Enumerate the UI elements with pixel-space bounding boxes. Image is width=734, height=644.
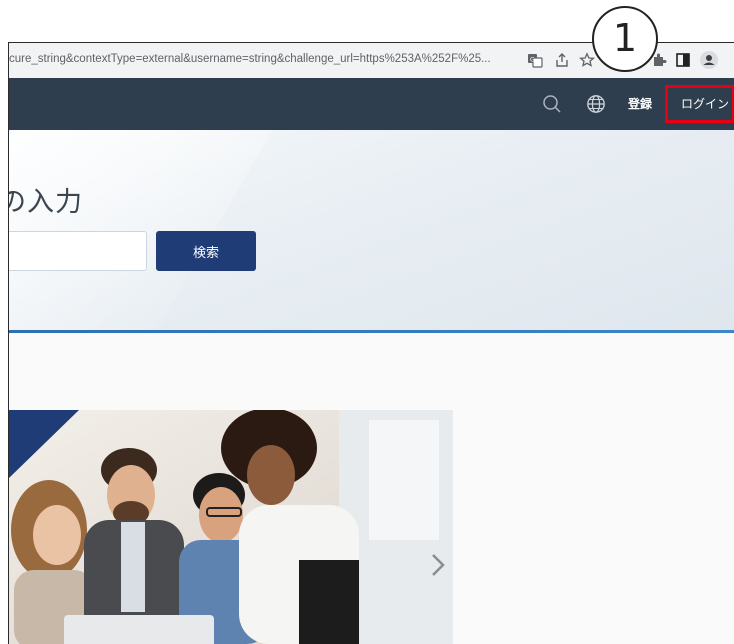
search-icon[interactable] <box>542 94 562 114</box>
profile-icon[interactable] <box>699 50 719 70</box>
sidepanel-icon[interactable] <box>675 52 691 68</box>
globe-icon[interactable] <box>586 94 606 114</box>
search-button[interactable]: 検索 <box>156 231 256 271</box>
chevron-right-icon[interactable] <box>430 553 446 577</box>
register-link[interactable]: 登録 <box>628 95 652 112</box>
hero-accent-line <box>9 330 734 333</box>
share-icon[interactable] <box>554 52 570 68</box>
svg-text:G: G <box>530 57 535 64</box>
star-icon[interactable] <box>579 52 595 68</box>
search-input[interactable] <box>9 231 147 271</box>
translate-icon[interactable]: G <box>527 52 543 68</box>
login-button[interactable]: ログイン <box>665 85 734 123</box>
hero-search-section: の入力 検索 <box>9 130 734 330</box>
step-number-marker: 1 <box>592 6 658 72</box>
hero-title: の入力 <box>9 187 83 218</box>
team-photo <box>9 410 453 644</box>
browser-window: cure_string&contextType=external&usernam… <box>8 42 734 644</box>
hero-background-stripe <box>9 130 296 330</box>
url-text[interactable]: cure_string&contextType=external&usernam… <box>9 53 491 65</box>
site-header: 登録 ログイン <box>9 78 734 130</box>
carousel-slide[interactable] <box>9 410 453 644</box>
